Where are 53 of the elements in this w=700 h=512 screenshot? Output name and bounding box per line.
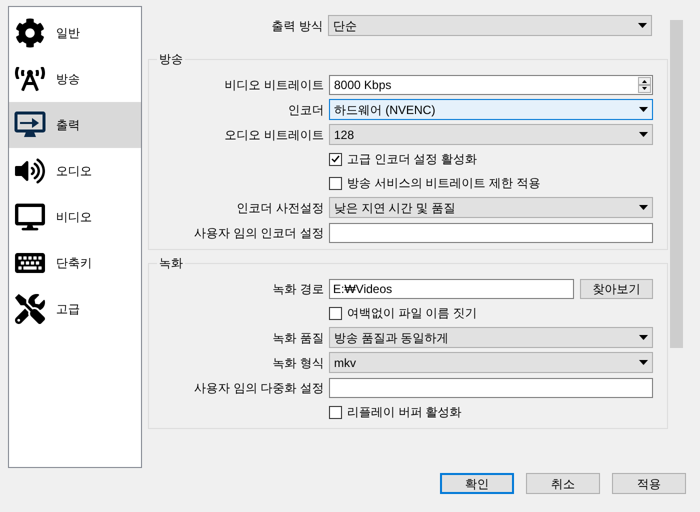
input-field[interactable]	[329, 222, 653, 242]
dialog-button[interactable]: 적용	[612, 473, 686, 494]
gear-icon	[15, 18, 45, 48]
spin-box[interactable]: 8000 Kbps	[329, 74, 653, 94]
tools-icon	[15, 294, 45, 324]
monitor-icon	[15, 202, 45, 232]
field-label: 사용자 임의 다중화 설정	[194, 380, 324, 394]
dialog-button[interactable]: 취소	[526, 473, 600, 494]
browse-button[interactable]: 찾아보기	[580, 278, 653, 298]
field-label: 녹화 형식	[272, 356, 324, 370]
spinner-arrows-icon[interactable]	[638, 76, 651, 92]
dropdown[interactable]: 단순	[328, 15, 652, 36]
input-field[interactable]	[329, 378, 653, 398]
field-label: 인코더 사전설정	[236, 200, 324, 214]
sidebar-item[interactable]: 출력	[9, 102, 141, 148]
dropdown[interactable]: 방송 품질과 동일하게	[329, 327, 653, 348]
dropdown[interactable]: mkv	[329, 352, 653, 373]
dropdown-caret-icon	[639, 360, 648, 365]
checkbox[interactable]	[329, 406, 342, 418]
checkbox[interactable]	[329, 176, 342, 190]
checkbox-label: 여백없이 파일 이름 짓기	[347, 305, 478, 322]
checkbox-label: 리플레이 버퍼 활성화	[347, 404, 462, 421]
field-label: 출력 방식	[272, 18, 323, 32]
sidebar-item[interactable]: 고급	[9, 286, 141, 332]
monitor-arrow-icon	[14, 111, 46, 139]
dropdown[interactable]: 128	[329, 124, 653, 145]
field-label: 사용자 임의 인코더 설정	[194, 226, 324, 240]
dropdown[interactable]: 하드웨어 (NVENC)	[329, 99, 653, 120]
checkbox-label: 고급 인코더 설정 활성화	[347, 151, 478, 168]
field-label: 비디오 비트레이트	[224, 78, 324, 92]
speaker-icon	[15, 156, 45, 186]
sidebar-item[interactable]: 방송	[9, 56, 141, 102]
checkbox-label: 방송 서비스의 비트레이트 제한 적용	[347, 175, 540, 192]
checkbox[interactable]	[329, 306, 342, 320]
sidebar-item[interactable]: 일반	[9, 10, 141, 56]
field-label: 녹화 경로	[272, 282, 324, 296]
antenna-icon	[15, 64, 45, 94]
sidebar-item[interactable]: 단축키	[9, 240, 141, 286]
dialog-button[interactable]: 확인	[440, 473, 514, 494]
dropdown-caret-icon	[639, 107, 648, 112]
dropdown-caret-icon	[638, 23, 647, 28]
dropdown-caret-icon	[639, 205, 648, 210]
dropdown[interactable]: 낮은 지연 시간 및 품질	[329, 197, 653, 218]
field-label: 녹화 품질	[272, 330, 324, 344]
dropdown-caret-icon	[639, 132, 648, 137]
sidebar-item[interactable]: 비디오	[9, 194, 141, 240]
checkbox[interactable]	[329, 152, 342, 166]
field-label: 인코더	[288, 102, 324, 116]
input-field[interactable]: E:₩Videos	[329, 278, 574, 298]
field-label: 오디오 비트레이트	[224, 128, 324, 142]
scrollbar-thumb[interactable]	[670, 20, 683, 348]
sidebar-item[interactable]: 오디오	[9, 148, 141, 194]
dropdown-caret-icon	[639, 335, 648, 340]
